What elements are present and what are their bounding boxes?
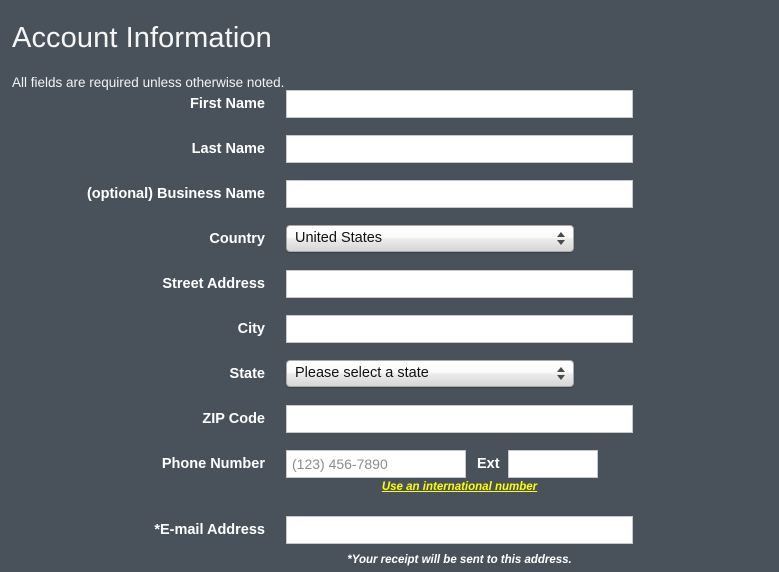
last-name-label: Last Name bbox=[191, 141, 265, 157]
form-row-state: State Please select a state bbox=[0, 358, 779, 403]
zip-code-label: ZIP Code bbox=[202, 411, 265, 427]
last-name-input[interactable] bbox=[286, 135, 633, 163]
form-row-city: City bbox=[0, 313, 779, 358]
phone-number-input[interactable] bbox=[286, 450, 466, 478]
business-name-label: (optional) Business Name bbox=[86, 186, 265, 202]
chevron-up-down-icon bbox=[555, 361, 566, 386]
city-input[interactable] bbox=[286, 315, 633, 343]
email-address-label: *E-mail Address bbox=[154, 522, 265, 538]
form-row-zip-code: ZIP Code bbox=[0, 403, 779, 448]
street-address-input[interactable] bbox=[286, 270, 633, 298]
form-row-last-name: Last Name bbox=[0, 133, 779, 178]
street-address-label: Street Address bbox=[162, 276, 265, 292]
first-name-label: First Name bbox=[190, 96, 265, 112]
state-field-wrap: Please select a state bbox=[286, 360, 574, 387]
state-label: State bbox=[229, 366, 265, 382]
first-name-field-wrap bbox=[286, 90, 633, 118]
phone-number-field-wrap: Ext bbox=[286, 450, 598, 478]
ext-label: Ext bbox=[477, 456, 500, 472]
phone-ext-input[interactable] bbox=[507, 450, 598, 478]
city-field-wrap bbox=[286, 315, 633, 343]
chevron-up-down-icon bbox=[555, 226, 566, 251]
last-name-field-wrap bbox=[286, 135, 633, 163]
zip-code-field-wrap bbox=[286, 405, 633, 433]
phone-number-label: Phone Number bbox=[161, 456, 265, 472]
business-name-input[interactable] bbox=[286, 180, 633, 208]
country-select-value: United States bbox=[295, 230, 383, 246]
form-row-email-address: *E-mail Address bbox=[0, 514, 779, 546]
page-title: Account Information bbox=[12, 22, 272, 55]
email-address-input[interactable] bbox=[286, 516, 633, 544]
street-address-field-wrap bbox=[286, 270, 633, 298]
country-select[interactable]: United States bbox=[286, 225, 574, 252]
use-international-number-link[interactable]: Use an international number bbox=[286, 479, 633, 495]
first-name-input[interactable] bbox=[286, 90, 633, 118]
state-select-value: Please select a state bbox=[295, 365, 429, 381]
form-row-first-name: First Name bbox=[0, 88, 779, 133]
email-receipt-note: *Your receipt will be sent to this addre… bbox=[347, 554, 572, 566]
email-address-field-wrap bbox=[286, 516, 633, 544]
country-field-wrap: United States bbox=[286, 225, 574, 252]
zip-code-input[interactable] bbox=[286, 405, 633, 433]
form-row-street-address: Street Address bbox=[0, 268, 779, 313]
business-name-field-wrap bbox=[286, 180, 633, 208]
form-row-country: Country United States bbox=[0, 223, 779, 268]
account-information-form: First Name Last Name (optional) Business… bbox=[0, 88, 779, 572]
international-number-row: Use an international number bbox=[0, 479, 779, 501]
email-note-row: *Your receipt will be sent to this addre… bbox=[0, 552, 779, 572]
state-select[interactable]: Please select a state bbox=[286, 360, 574, 387]
country-label: Country bbox=[209, 231, 265, 247]
phone-number-group: Ext bbox=[286, 450, 598, 478]
city-label: City bbox=[237, 321, 265, 337]
form-row-business-name: (optional) Business Name bbox=[0, 178, 779, 223]
